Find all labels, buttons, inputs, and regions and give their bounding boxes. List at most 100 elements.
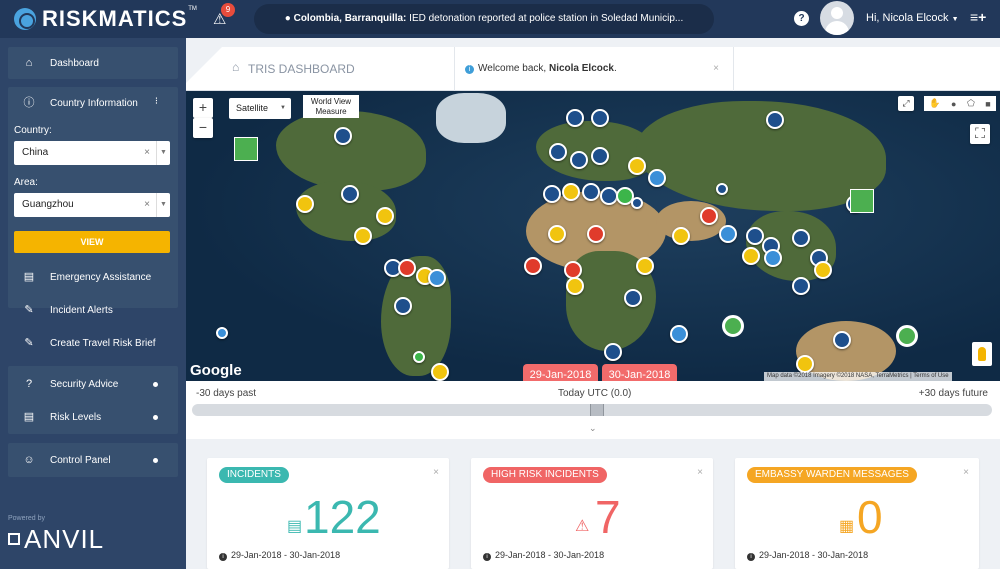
map-marker[interactable] [582, 183, 600, 201]
sidebar-item-label: Dashboard [50, 57, 99, 69]
sidebar-item-incident-alerts[interactable]: ✎ Incident Alerts [8, 295, 178, 325]
map-marker[interactable] [566, 109, 584, 127]
sidebar-item-dashboard[interactable]: ⌂ Dashboard [8, 47, 178, 79]
polygon-icon[interactable]: ⬠ [967, 98, 975, 109]
anvil-brand: ANVIL [24, 524, 105, 554]
fullscreen-icon[interactable]: ⛶ [970, 124, 990, 144]
clear-icon[interactable]: × [144, 141, 150, 165]
cyclone-icon[interactable] [896, 325, 918, 347]
chevron-down-icon[interactable]: ▼ [156, 193, 170, 217]
map-marker[interactable] [742, 247, 760, 265]
map-marker[interactable] [700, 207, 718, 225]
map-marker[interactable] [670, 325, 688, 343]
incidents-card[interactable]: INCIDENTS × ▤ 122 i 29-Jan-2018 - 30-Jan-… [207, 458, 449, 569]
map-type-select[interactable]: Satellite ▼ [229, 98, 291, 119]
hand-icon[interactable]: ✋ [929, 98, 940, 109]
map-marker[interactable] [394, 297, 412, 315]
sidebar-item-risk-levels[interactable]: ▤ Risk Levels [8, 402, 178, 432]
map-marker[interactable] [792, 277, 810, 295]
chevron-down-icon[interactable]: ▼ [156, 141, 170, 165]
map-marker[interactable] [431, 363, 449, 381]
terms-link[interactable]: Terms of Use [913, 373, 948, 379]
map-marker[interactable] [591, 109, 609, 127]
map-marker[interactable] [566, 277, 584, 295]
clear-icon[interactable]: × [144, 193, 150, 217]
user-menu[interactable]: Hi, Nicola Elcock ▼ [866, 12, 959, 24]
map-marker[interactable] [746, 227, 764, 245]
sidebar-item-country-information[interactable]: ⓘ Country Information ⁝ [8, 88, 178, 118]
map-marker[interactable] [543, 185, 561, 203]
welcome-prefix: Welcome back, [478, 63, 547, 74]
map-marker[interactable] [341, 185, 359, 203]
map-marker[interactable] [631, 197, 643, 209]
country-select[interactable]: China × ▼ [14, 141, 170, 165]
earthquake-icon[interactable] [850, 189, 874, 213]
world-view-measure-button[interactable]: World View Measure [303, 95, 359, 118]
world-map[interactable] [186, 91, 1000, 381]
map-marker[interactable] [334, 127, 352, 145]
sidebar-item-emergency-assistance[interactable]: ▤ Emergency Assistance [8, 262, 178, 292]
map-marker[interactable] [562, 183, 580, 201]
range-text: 29-Jan-2018 - 30-Jan-2018 [231, 550, 341, 560]
map-marker[interactable] [548, 225, 566, 243]
map-marker[interactable] [398, 259, 416, 277]
street-view-icon[interactable] [972, 342, 992, 366]
map-marker[interactable] [719, 225, 737, 243]
map-marker[interactable] [296, 195, 314, 213]
map-marker[interactable] [591, 147, 609, 165]
map-marker[interactable] [604, 343, 622, 361]
map-marker[interactable] [814, 261, 832, 279]
cyclone-icon[interactable] [722, 315, 744, 337]
earthquake-icon[interactable] [234, 137, 258, 161]
info-icon: ⓘ [23, 97, 35, 109]
map-marker[interactable] [766, 111, 784, 129]
map-marker[interactable] [628, 157, 646, 175]
close-icon[interactable]: × [697, 467, 703, 478]
high-risk-incidents-card[interactable]: HIGH RISK INCIDENTS × ⚠ 7 i 29-Jan-2018 -… [471, 458, 713, 569]
circle-icon[interactable]: ● [951, 99, 956, 109]
map-marker[interactable] [833, 331, 851, 349]
close-icon[interactable]: × [433, 467, 439, 478]
map-marker[interactable] [764, 249, 782, 267]
close-icon[interactable]: × [963, 467, 969, 478]
embassy-warden-card[interactable]: EMBASSY WARDEN MESSAGES × ▦ 0 i 29-Jan-20… [735, 458, 979, 569]
news-ticker[interactable]: ● Colombia, Barranquilla: IED detonation… [254, 4, 714, 34]
map-marker[interactable] [413, 351, 425, 363]
map-marker[interactable] [672, 227, 690, 245]
map-marker[interactable] [216, 327, 228, 339]
view-button[interactable]: VIEW [14, 231, 170, 253]
info-icon: i [465, 65, 474, 74]
map-marker[interactable] [549, 143, 567, 161]
map-marker[interactable] [636, 257, 654, 275]
app-logo[interactable]: RISKMATICS TM [14, 6, 197, 32]
sidebar-item-security-advice[interactable]: ? Security Advice [8, 369, 178, 399]
welcome-suffix: . [614, 63, 617, 74]
app-name: RISKMATICS [42, 6, 188, 31]
dashboard-header: ⌂ TRIS DASHBOARD i Welcome back, Nicola E… [186, 47, 1000, 91]
menu-plus-icon[interactable]: ≡+ [970, 9, 986, 25]
avatar[interactable] [820, 1, 854, 35]
map-marker[interactable] [354, 227, 372, 245]
map-marker[interactable] [792, 229, 810, 247]
document-icon: ▤ [287, 518, 303, 535]
map-marker[interactable] [796, 355, 814, 373]
map-marker[interactable] [570, 151, 588, 169]
area-select[interactable]: Guangzhou × ▼ [14, 193, 170, 217]
map-marker[interactable] [716, 183, 728, 195]
rectangle-icon[interactable]: ■ [985, 99, 990, 109]
sidebar-item-create-travel-risk-brief[interactable]: ✎ Create Travel Risk Brief [8, 328, 178, 358]
map-marker[interactable] [587, 225, 605, 243]
zoom-in-button[interactable]: + [193, 98, 213, 118]
map-marker[interactable] [376, 207, 394, 225]
expand-icon[interactable]: ⤢ [898, 96, 914, 111]
close-icon[interactable]: × [713, 47, 719, 91]
map-marker[interactable] [648, 169, 666, 187]
sidebar-item-control-panel[interactable]: ☺ Control Panel [8, 445, 178, 475]
timeline-handle[interactable] [590, 404, 604, 416]
help-icon[interactable]: ? [794, 11, 809, 26]
map-marker[interactable] [624, 289, 642, 307]
zoom-out-button[interactable]: − [193, 118, 213, 138]
map-marker[interactable] [524, 257, 542, 275]
map-marker[interactable] [428, 269, 446, 287]
chevron-down-icon[interactable]: ⌄ [589, 423, 597, 434]
